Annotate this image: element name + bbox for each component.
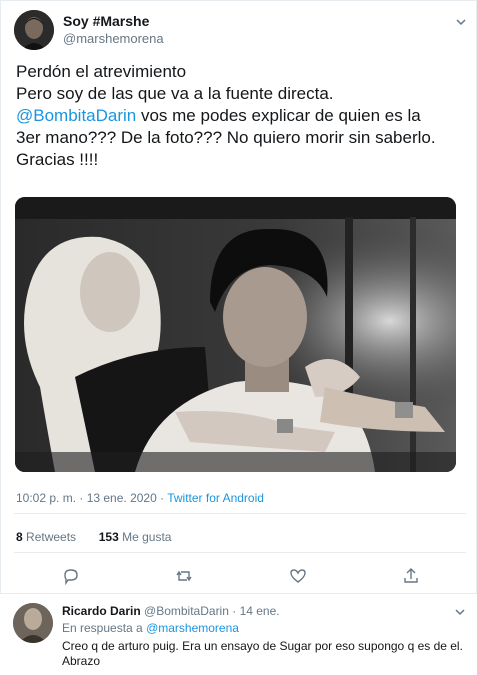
retweets-stat[interactable]: 8 Retweets: [16, 530, 76, 544]
reply-author-line: Ricardo Darin @BombitaDarin · 14 ene.: [62, 604, 280, 618]
chevron-down-icon[interactable]: [453, 605, 467, 619]
likes-count: 153: [98, 530, 119, 544]
retweets-count: 8: [16, 530, 23, 544]
author-display-name[interactable]: Soy #Marshe: [63, 13, 149, 29]
in-reply-to-handle[interactable]: @marshemorena: [146, 621, 239, 635]
tweet-text-line: 3er mano??? De la foto??? No quiero mori…: [16, 128, 436, 147]
reply-author-avatar[interactable]: [13, 603, 53, 643]
like-icon[interactable]: [289, 567, 307, 585]
retweet-icon[interactable]: [175, 567, 193, 585]
tweet-text-line: Perdón el atrevimiento: [16, 62, 187, 81]
tweet-text-line: Gracias !!!!: [16, 150, 99, 169]
tweet-card: Soy #Marshe @marshemorena Perdón el atre…: [0, 0, 477, 594]
likes-stat[interactable]: 153 Me gusta: [99, 530, 172, 544]
tweet-photo[interactable]: [15, 197, 456, 472]
author-avatar[interactable]: [14, 10, 54, 50]
author-handle[interactable]: @marshemorena: [63, 31, 164, 46]
in-reply-to: En respuesta a @marshemorena: [62, 621, 239, 635]
reply-author-handle[interactable]: @BombitaDarin · 14 ene.: [141, 604, 280, 618]
chevron-down-icon[interactable]: [454, 15, 468, 29]
tweet-text-segment: vos me podes explicar de quien es la: [136, 106, 421, 125]
tweet-stats: 8 Retweets 153 Me gusta: [16, 530, 171, 544]
tweet-timestamp[interactable]: 10:02 p. m. · 13 ene. 2020 ·: [16, 491, 167, 505]
retweets-label: Retweets: [22, 530, 77, 544]
divider: [14, 552, 466, 553]
tweet-actions: [1, 567, 477, 587]
tweet-text-line: @BombitaDarin vos me podes explicar de q…: [16, 105, 471, 127]
divider: [14, 513, 466, 514]
share-icon[interactable]: [402, 567, 420, 585]
tweet-text: Perdón el atrevimiento Pero soy de las q…: [16, 61, 471, 171]
reply-author-name[interactable]: Ricardo Darin: [62, 604, 141, 618]
tweet-timestamp-line: 10:02 p. m. · 13 ene. 2020 · Twitter for…: [16, 491, 264, 505]
reply-text: Creo q de arturo puig. Era un ensayo de …: [62, 639, 463, 668]
in-reply-to-label: En respuesta a: [62, 621, 147, 635]
reply-icon[interactable]: [62, 567, 80, 585]
likes-label: Me gusta: [118, 530, 172, 544]
tweet-source-link[interactable]: Twitter for Android: [167, 491, 264, 505]
tweet-text-line: Pero soy de las que va a la fuente direc…: [16, 84, 334, 103]
mention-link[interactable]: @BombitaDarin: [16, 106, 136, 125]
